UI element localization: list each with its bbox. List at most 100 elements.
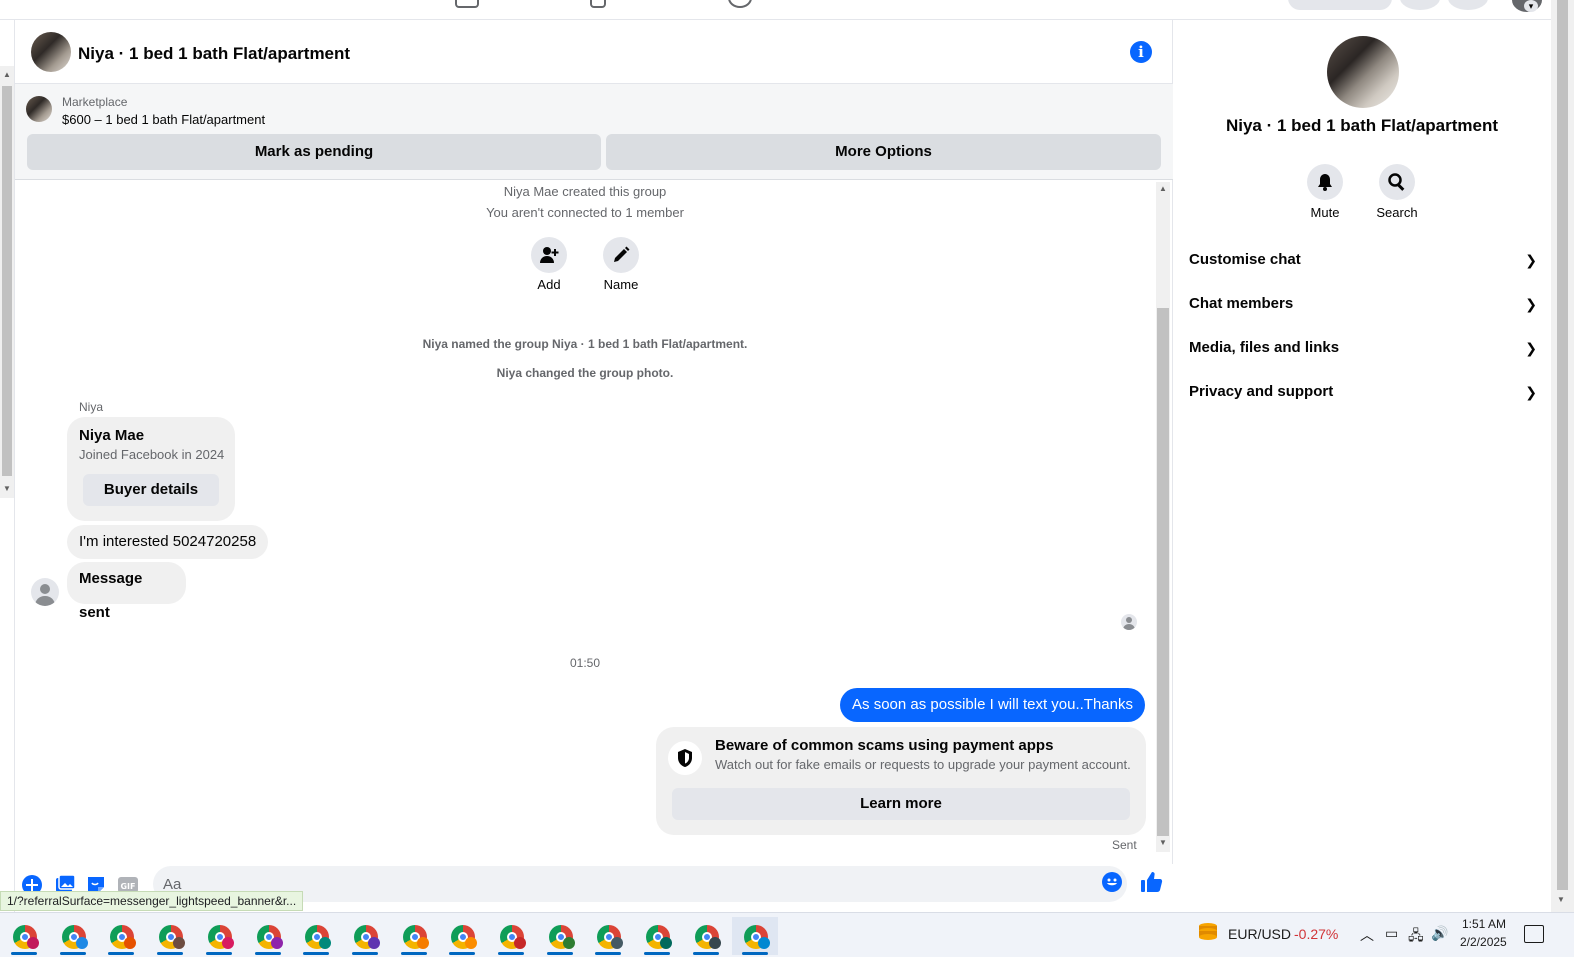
like-icon[interactable] [1139, 870, 1163, 894]
clock-time[interactable]: 1:51 AM [1462, 917, 1506, 931]
section-privacy-support[interactable]: Privacy and support ❯ [1189, 376, 1537, 408]
running-indicator [157, 952, 184, 955]
meet-now-icon[interactable]: ▭ [1385, 925, 1398, 942]
delivery-status: Sent [1112, 838, 1137, 852]
profile-badge-icon [75, 937, 88, 949]
message-bubble-outgoing[interactable]: As soon as possible I will text you..Tha… [840, 688, 1145, 722]
scroll-up-arrow-icon[interactable]: ▲ [1159, 184, 1167, 193]
mark-as-pending-button[interactable]: Mark as pending [27, 134, 601, 170]
taskbar-chrome-window[interactable] [683, 917, 729, 955]
running-indicator [595, 952, 622, 955]
volume-icon[interactable]: 🔊 [1431, 925, 1448, 942]
info-panel-title: Niya · 1 bed 1 bath Flat/apartment [1225, 116, 1499, 135]
running-indicator [644, 952, 671, 955]
message-bubble-incoming[interactable]: I'm interested 5024720258 [67, 525, 269, 559]
buyer-details-button[interactable]: Buyer details [83, 474, 219, 506]
sender-avatar[interactable] [31, 578, 59, 606]
page-scrollbar[interactable]: ▼ [1551, 0, 1574, 912]
facebook-top-bar: ▾ [0, 0, 1574, 20]
chat-scrollbar[interactable]: ▲ ▼ [1156, 182, 1170, 852]
info-icon[interactable]: i [1130, 41, 1152, 63]
running-indicator [254, 952, 281, 955]
section-chat-members[interactable]: Chat members ❯ [1189, 288, 1537, 320]
listing-thumbnail[interactable] [26, 96, 52, 122]
profile-badge-icon [465, 937, 478, 949]
top-pill-button[interactable] [1288, 0, 1392, 10]
running-indicator [449, 952, 476, 955]
taskbar-chrome-window[interactable] [293, 917, 339, 955]
taskbar-chrome-window[interactable] [342, 917, 388, 955]
network-icon[interactable]: 🖧 [1408, 925, 1424, 949]
ticker-change[interactable]: -0.27% [1294, 926, 1338, 942]
chat-info-panel: Niya · 1 bed 1 bath Flat/apartment Mute … [1173, 20, 1551, 912]
taskbar-chrome-window[interactable] [147, 917, 193, 955]
profile-badge-icon [221, 937, 234, 949]
search-button[interactable] [1379, 164, 1415, 200]
gaming-nav-icon[interactable] [728, 0, 752, 8]
shield-icon [668, 741, 702, 775]
taskbar-chrome-window[interactable] [585, 917, 631, 955]
running-indicator [400, 952, 427, 955]
more-options-button[interactable]: More Options [606, 134, 1161, 170]
system-message-named: Niya named the group Niya · 1 bed 1 bath… [422, 337, 748, 351]
groups-nav-icon[interactable] [590, 0, 606, 8]
taskbar-chrome-window[interactable] [634, 917, 680, 955]
scrollbar-thumb[interactable] [1557, 0, 1568, 890]
listing-price-title[interactable]: $600 – 1 bed 1 bath Flat/apartment [62, 112, 265, 127]
notification-center-icon[interactable] [1524, 925, 1544, 943]
search-icon [1388, 173, 1405, 191]
add-person-icon [540, 247, 559, 263]
taskbar-chrome-window[interactable] [98, 917, 144, 955]
pencil-icon [614, 246, 630, 262]
running-indicator [303, 952, 330, 955]
chat-header: Niya · 1 bed 1 bath Flat/apartment i [15, 20, 1174, 84]
clock-date[interactable]: 2/2/2025 [1460, 935, 1507, 949]
scroll-down-arrow-icon[interactable]: ▼ [1557, 895, 1565, 904]
learn-more-button[interactable]: Learn more [672, 788, 1130, 820]
section-media-files-links[interactable]: Media, files and links ❯ [1189, 332, 1537, 364]
group-photo-large[interactable] [1327, 36, 1399, 108]
profile-badge-icon [562, 937, 575, 949]
marketplace-nav-icon[interactable] [455, 0, 479, 8]
person-silhouette-icon [1123, 617, 1135, 630]
add-member-button[interactable] [531, 237, 567, 273]
ticker-name[interactable]: EUR/USD [1228, 926, 1291, 942]
svg-text:GIF: GIF [120, 882, 135, 891]
profile-badge-icon [416, 937, 429, 949]
taskbar-chrome-window[interactable] [1, 917, 47, 955]
taskbar-chrome-window[interactable] [391, 917, 437, 955]
sender-name: Niya [79, 400, 104, 414]
taskbar-chrome-window[interactable] [245, 917, 291, 955]
chat-title[interactable]: Niya · 1 bed 1 bath Flat/apartment [78, 44, 350, 64]
chevron-down-icon[interactable]: ▾ [1524, 0, 1538, 12]
name-group-button[interactable] [603, 237, 639, 273]
messenger-icon[interactable] [1448, 0, 1488, 10]
scrollbar-thumb[interactable] [2, 86, 12, 476]
scrollbar-thumb[interactable] [1157, 308, 1169, 836]
section-customise-chat[interactable]: Customise chat ❯ [1189, 244, 1537, 276]
message-bubble-incoming[interactable]: Message sent [67, 562, 186, 621]
menu-grid-icon[interactable] [1400, 0, 1440, 10]
currency-stack-icon[interactable] [1198, 921, 1218, 943]
taskbar-chrome-window[interactable] [196, 917, 242, 955]
taskbar-chrome-window[interactable] [488, 917, 534, 955]
taskbar-chrome-window[interactable] [731, 917, 778, 955]
scroll-up-arrow-icon[interactable]: ▲ [3, 70, 11, 79]
section-label: Customise chat [1189, 251, 1301, 268]
left-scrollbar[interactable]: ▲ ▼ [0, 66, 14, 498]
mute-button[interactable] [1307, 164, 1343, 200]
taskbar-chrome-window[interactable] [50, 917, 96, 955]
profile-badge-icon [173, 937, 186, 949]
status-url-bar: 1/?referralSurface=messenger_lightspeed_… [0, 891, 304, 911]
scroll-down-arrow-icon[interactable]: ▼ [1159, 838, 1167, 847]
add-label: Add [537, 277, 561, 292]
emoji-icon[interactable] [1102, 872, 1122, 892]
chevron-down-icon: ❯ [1525, 296, 1537, 312]
taskbar-chrome-window[interactable] [537, 917, 583, 955]
show-hidden-icons-icon[interactable]: ︿ [1360, 925, 1374, 945]
scroll-down-arrow-icon[interactable]: ▼ [3, 484, 11, 493]
chat-panel: Niya · 1 bed 1 bath Flat/apartment i Mar… [14, 20, 1174, 912]
group-photo[interactable] [31, 32, 71, 72]
taskbar-chrome-window[interactable] [439, 917, 485, 955]
marketplace-banner: Marketplace $600 – 1 bed 1 bath Flat/apa… [15, 84, 1174, 180]
